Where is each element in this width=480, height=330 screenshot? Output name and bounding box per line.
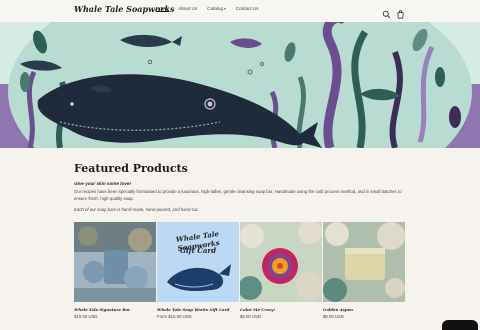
nav-catalog-label: Catalog bbox=[207, 6, 224, 11]
product-name[interactable]: Golden Aspen bbox=[323, 307, 405, 312]
product-name[interactable]: Whale Tale Soap Works Gift Card bbox=[157, 307, 239, 312]
section-description: Our recipes have been specially formulat… bbox=[74, 189, 402, 201]
product-card[interactable]: Whale Tale Soapworks Gift Card Whale Tal… bbox=[157, 222, 239, 319]
product-name[interactable]: Whale Tale Signature Bar bbox=[74, 307, 156, 312]
product-card[interactable]: Color Me Crazy! $6.00 USD bbox=[240, 222, 322, 319]
product-price: $6.00 USD bbox=[240, 314, 262, 319]
whale-illustration bbox=[167, 264, 231, 292]
section-tagline: Give your skin some love! bbox=[74, 181, 131, 186]
main-nav: Home About Us Catalog▾ Contact Us bbox=[156, 6, 259, 11]
product-price: $10.00 USD bbox=[74, 314, 98, 319]
product-card[interactable]: Whale Tale Signature Bar $10.00 USD bbox=[74, 222, 156, 319]
product-image[interactable] bbox=[323, 222, 405, 302]
site-header: Whale Tale Soapworks Home About Us Catal… bbox=[0, 0, 480, 22]
product-image[interactable] bbox=[74, 222, 156, 302]
product-price: From $10.00 USD bbox=[157, 314, 192, 319]
chevron-down-icon: ▾ bbox=[224, 7, 226, 11]
product-name[interactable]: Color Me Crazy! bbox=[240, 307, 322, 312]
search-icon[interactable] bbox=[382, 4, 391, 19]
product-price: $8.00 USD bbox=[323, 314, 345, 319]
chat-widget-button[interactable] bbox=[442, 320, 478, 330]
hero-banner bbox=[0, 22, 480, 148]
product-image[interactable]: Whale Tale Soapworks Gift Card bbox=[157, 222, 239, 302]
product-image[interactable] bbox=[240, 222, 322, 302]
cart-icon[interactable] bbox=[396, 4, 405, 19]
nav-contact[interactable]: Contact Us bbox=[236, 6, 259, 11]
nav-catalog[interactable]: Catalog▾ bbox=[207, 6, 226, 11]
section-title: Featured Products bbox=[74, 162, 188, 175]
nav-home[interactable]: Home bbox=[156, 6, 168, 11]
nav-about[interactable]: About Us bbox=[178, 6, 197, 11]
section-note: Each of our soap bars is hand-made, hand… bbox=[74, 207, 199, 212]
product-card[interactable]: Golden Aspen $8.00 USD bbox=[323, 222, 405, 319]
hero-illustration bbox=[0, 22, 480, 148]
